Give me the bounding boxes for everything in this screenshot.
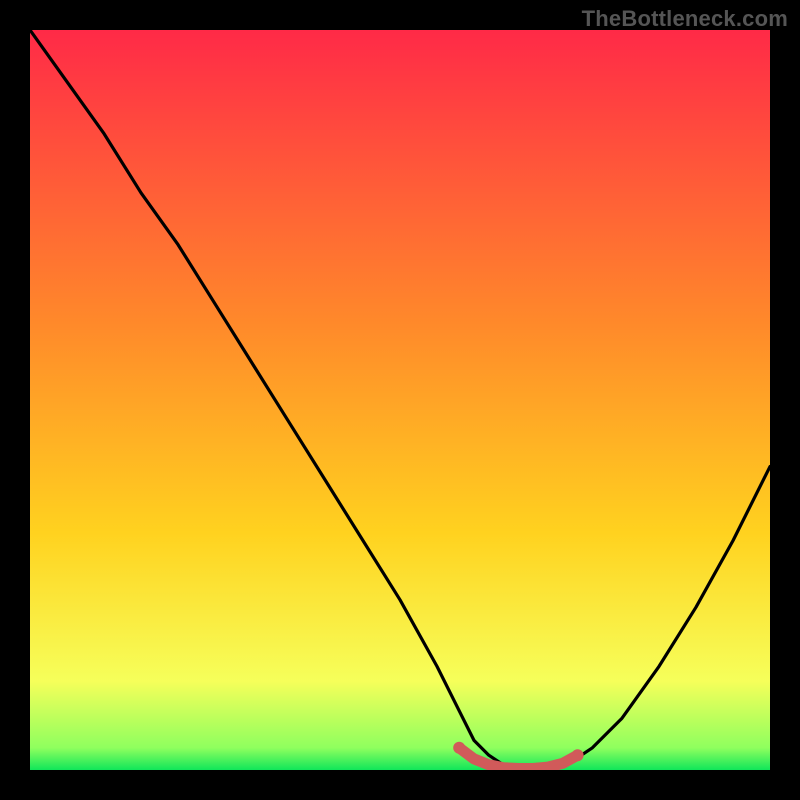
gradient-background xyxy=(30,30,770,770)
plot-area xyxy=(30,30,770,770)
bottleneck-chart: TheBottleneck.com xyxy=(0,0,800,800)
watermark-text: TheBottleneck.com xyxy=(582,6,788,32)
optimal-end xyxy=(572,749,584,761)
optimal-start xyxy=(453,742,465,754)
